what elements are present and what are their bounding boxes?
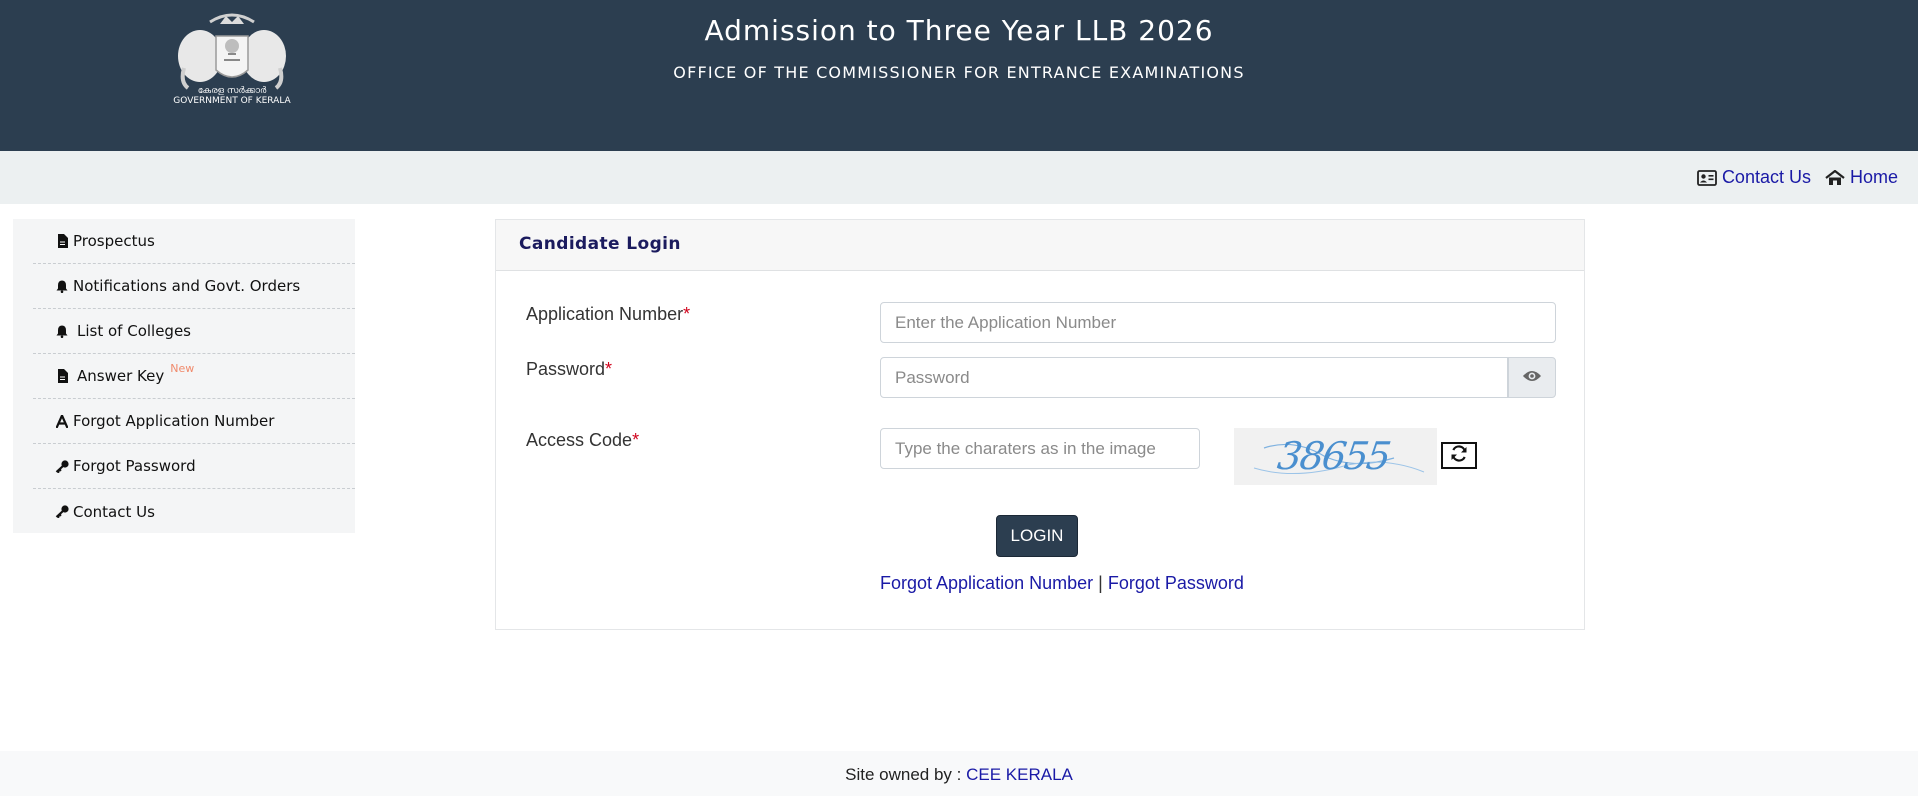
captcha-text: 38655: [1274, 434, 1392, 478]
access-code-input[interactable]: [880, 428, 1200, 469]
forgot-links-row: Forgot Application Number | Forgot Passw…: [880, 573, 1244, 594]
captcha-image: 38655: [1234, 428, 1437, 485]
site-header: കേരള സർക്കാർ GOVERNMENT OF KERALA Admiss…: [0, 0, 1918, 151]
sidebar-item-forgot-application-number[interactable]: Forgot Application Number: [33, 399, 355, 444]
sidebar-item-label: Notifications and Govt. Orders: [73, 277, 301, 295]
nav-home-label: Home: [1849, 167, 1898, 187]
login-button[interactable]: LOGIN: [996, 515, 1078, 557]
sidebar-item-label: Answer Key: [77, 367, 165, 385]
contact-card-icon: [1697, 169, 1717, 186]
bell-icon: [55, 280, 69, 293]
nav-contact-us-link[interactable]: Contact Us: [1697, 167, 1811, 188]
required-marker: *: [683, 304, 691, 324]
page-title: Admission to Three Year LLB 2026: [704, 14, 1214, 47]
font-icon: [55, 414, 69, 428]
home-icon: [1825, 169, 1845, 186]
top-nav-bar: Contact Us Home: [0, 151, 1918, 204]
nav-home-link[interactable]: Home: [1825, 167, 1898, 188]
pdf-file-icon: [55, 234, 69, 248]
access-code-label: Access Code*: [526, 430, 640, 450]
refresh-captcha-button[interactable]: [1441, 442, 1477, 469]
sidebar-item-label: Contact Us: [73, 502, 155, 521]
sidebar-menu: Prospectus Notifications and Govt. Order…: [13, 219, 355, 533]
links-separator: |: [1098, 573, 1103, 593]
forgot-application-number-link[interactable]: Forgot Application Number: [880, 573, 1093, 593]
sidebar-item-contact-us[interactable]: Contact Us: [33, 489, 355, 534]
sidebar-item-prospectus[interactable]: Prospectus: [33, 219, 355, 264]
candidate-login-card: Candidate Login Application Number* Pass…: [495, 219, 1585, 630]
refresh-icon: [1450, 445, 1468, 466]
show-password-button[interactable]: [1508, 357, 1556, 398]
pdf-file-icon: [55, 369, 69, 383]
sidebar-item-label: List of Colleges: [77, 322, 191, 340]
key-icon: [55, 505, 69, 518]
forgot-password-link[interactable]: Forgot Password: [1108, 573, 1244, 593]
sidebar-item-label: Forgot Application Number: [73, 412, 275, 430]
sidebar-item-label: Prospectus: [73, 232, 155, 250]
site-footer: Site owned by : CEE KERALA: [0, 751, 1918, 796]
application-number-label: Application Number*: [526, 304, 691, 324]
card-header: Candidate Login: [496, 220, 1584, 271]
sidebar-item-list-of-colleges[interactable]: List of Colleges: [33, 309, 355, 354]
required-marker: *: [605, 359, 613, 379]
card-title: Candidate Login: [519, 234, 681, 254]
emblem-caption-english: GOVERNMENT OF KERALA: [173, 96, 291, 106]
sidebar-item-answer-key[interactable]: Answer Key New: [33, 354, 355, 399]
emblem-caption-malayalam: കേരള സർക്കാർ: [197, 86, 267, 96]
application-number-input[interactable]: [880, 302, 1556, 343]
footer-owner-text: Site owned by :: [845, 765, 962, 784]
password-input[interactable]: [880, 357, 1508, 398]
sidebar-item-forgot-password[interactable]: Forgot Password: [33, 444, 355, 489]
sidebar-item-label: Forgot Password: [73, 457, 196, 475]
required-marker: *: [632, 430, 640, 450]
page-subtitle: OFFICE OF THE COMMISSIONER FOR ENTRANCE …: [673, 63, 1245, 82]
bell-icon: [55, 325, 69, 338]
footer-cee-kerala-link[interactable]: CEE KERALA: [966, 765, 1073, 784]
eye-icon: [1522, 368, 1542, 387]
password-label: Password*: [526, 359, 613, 379]
new-badge: New: [170, 361, 195, 375]
sidebar-item-notifications[interactable]: Notifications and Govt. Orders: [33, 264, 355, 309]
key-icon: [55, 459, 69, 473]
nav-contact-us-label: Contact Us: [1721, 167, 1811, 187]
